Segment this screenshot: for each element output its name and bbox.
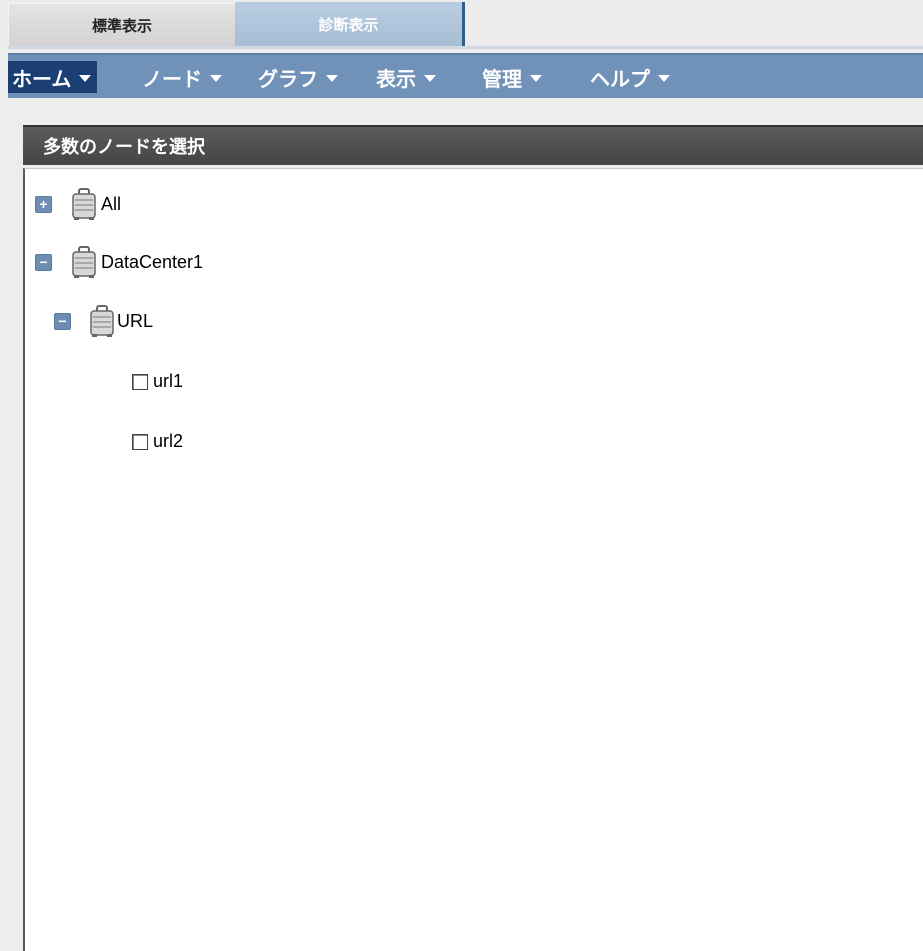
url1-checkbox[interactable] <box>132 373 148 390</box>
tree-leaf-label: url1 <box>153 371 184 391</box>
tree-node-datacenter1[interactable]: − DataCenter1 <box>35 245 203 279</box>
caret-down-icon <box>79 75 92 82</box>
tree-leaf-url2[interactable]: url2 <box>132 431 183 452</box>
menu-help[interactable]: ヘルプ <box>590 61 670 93</box>
tab-underline <box>8 46 923 49</box>
caret-down-icon <box>530 75 542 82</box>
caret-down-icon <box>424 75 436 82</box>
tab-bar: 標準表示 診断表示 <box>0 0 923 49</box>
collapse-icon[interactable]: − <box>54 312 71 330</box>
tree-node-url[interactable]: − URL <box>54 304 153 338</box>
caret-down-icon <box>658 75 670 82</box>
caret-down-icon <box>210 75 222 82</box>
menu-view[interactable]: 表示 <box>376 61 436 93</box>
briefcase-icon <box>90 305 114 337</box>
menu-node-label: ノード <box>142 66 202 91</box>
collapse-icon[interactable]: − <box>35 253 52 271</box>
menu-graph[interactable]: グラフ <box>258 61 338 93</box>
node-tree-panel: + All − DataCenter1 − URL url1 url2 <box>23 168 923 951</box>
tree-leaf-url1[interactable]: url1 <box>132 371 183 392</box>
menu-node[interactable]: ノード <box>142 61 222 93</box>
menu-bar: ホーム ノード グラフ 表示 管理 ヘルプ <box>8 53 923 98</box>
tree-node-all[interactable]: + All <box>35 187 121 221</box>
panel-title: 多数のノードを選択 <box>43 137 205 158</box>
menu-view-label: 表示 <box>376 66 416 91</box>
tree-node-label: DataCenter1 <box>101 251 204 272</box>
menu-home[interactable]: ホーム <box>8 61 98 93</box>
briefcase-icon <box>72 188 96 220</box>
menu-admin[interactable]: 管理 <box>482 61 542 93</box>
menu-help-label: ヘルプ <box>590 66 650 91</box>
tab-diagnostic-view[interactable]: 診断表示 <box>235 2 465 48</box>
tab-standard-view[interactable]: 標準表示 <box>8 3 235 47</box>
expand-icon[interactable]: + <box>35 195 52 213</box>
caret-down-icon <box>326 75 338 82</box>
briefcase-icon <box>72 246 96 278</box>
menu-admin-label: 管理 <box>482 66 522 91</box>
tree-node-label: All <box>101 193 122 214</box>
url2-checkbox[interactable] <box>132 433 148 450</box>
menu-graph-label: グラフ <box>258 66 318 91</box>
menu-home-label: ホーム <box>12 66 72 91</box>
tree-leaf-label: url2 <box>153 431 184 451</box>
tree-node-label: URL <box>117 310 154 331</box>
panel-header: 多数のノードを選択 <box>23 125 923 165</box>
